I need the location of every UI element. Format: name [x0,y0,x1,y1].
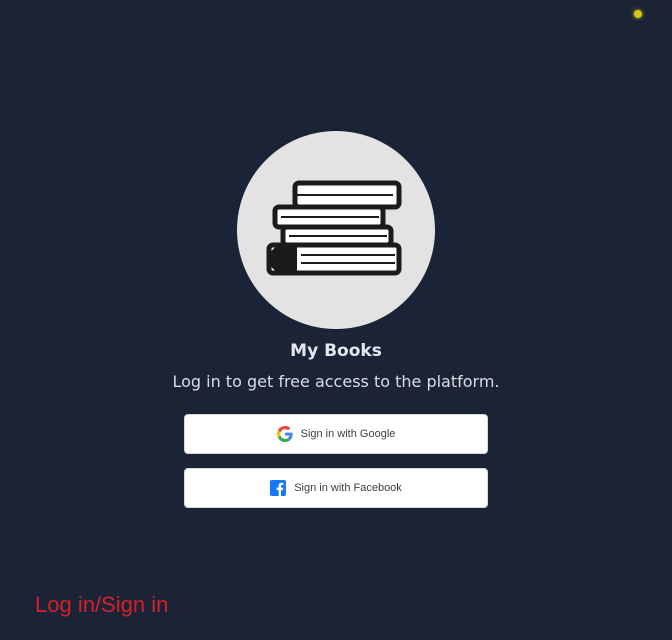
facebook-icon [270,480,287,496]
google-icon [276,426,293,442]
page-caption: Log in/Sign in [35,592,169,617]
facebook-signin-label: Sign in with Facebook [294,482,402,494]
app-logo [237,131,435,329]
google-signin-label: Sign in with Google [300,428,396,440]
books-stack-icon [266,180,402,276]
login-description: Log in to get free access to the platfor… [172,372,500,391]
app-title: My Books [290,341,382,361]
status-indicator-dot [634,10,642,18]
google-signin-button[interactable]: Sign in with Google [184,414,488,454]
facebook-signin-button[interactable]: Sign in with Facebook [184,468,488,508]
